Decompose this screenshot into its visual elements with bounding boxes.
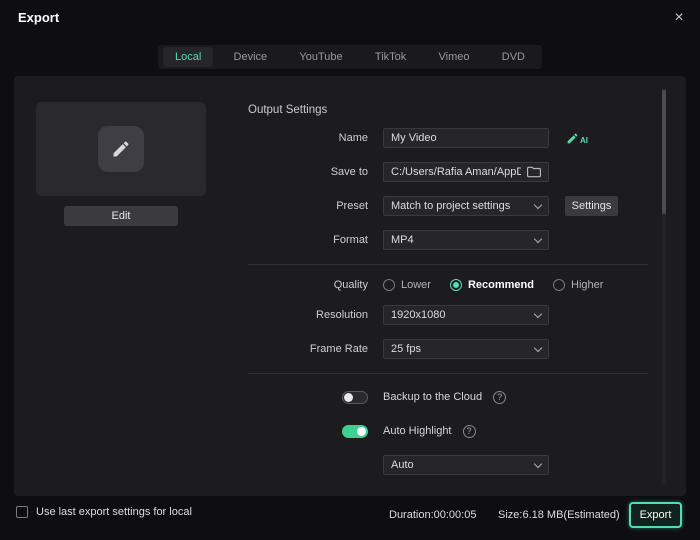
save-to-input[interactable] — [391, 166, 521, 178]
backup-cloud-row: Backup to the Cloud ? — [248, 387, 507, 407]
format-value: MP4 — [391, 234, 414, 246]
edit-button[interactable]: Edit — [64, 206, 178, 226]
frame-rate-label: Frame Rate — [309, 343, 368, 355]
resolution-row: Resolution 1920x1080 — [248, 305, 549, 325]
auto-highlight-toggle[interactable] — [342, 424, 368, 438]
pencil-tile-icon — [98, 126, 144, 172]
save-to-row: Save to — [248, 162, 549, 182]
auto-mode-value: Auto — [391, 459, 414, 471]
close-icon[interactable]: × — [668, 7, 690, 29]
folder-browse-icon[interactable] — [527, 166, 541, 178]
chevron-down-icon — [533, 459, 543, 468]
video-thumbnail-preview — [36, 102, 206, 196]
save-to-field — [383, 162, 549, 182]
ai-badge-label: AI — [580, 135, 588, 145]
auto-highlight-row: Auto Highlight ? — [248, 421, 476, 441]
duration-text: Duration:00:00:05 — [389, 509, 477, 521]
export-destination-tabs: Local Device YouTube TikTok Vimeo DVD — [158, 45, 542, 69]
tab-tiktok[interactable]: TikTok — [363, 47, 418, 67]
quality-label: Quality — [333, 279, 368, 291]
ai-rename-icon[interactable]: AI — [566, 132, 588, 145]
resolution-dropdown[interactable]: 1920x1080 — [383, 305, 549, 325]
scrollbar-thumb[interactable] — [662, 90, 666, 214]
chevron-down-icon — [533, 309, 543, 318]
radio-circle-icon — [383, 279, 395, 291]
use-last-settings-label: Use last export settings for local — [36, 506, 192, 518]
chevron-down-icon — [533, 200, 543, 209]
radio-quality-higher[interactable]: Higher — [553, 279, 603, 291]
preset-dropdown[interactable]: Match to project settings — [383, 196, 549, 216]
radio-quality-recommend[interactable]: Recommend — [449, 279, 534, 291]
dialog-title: Export — [18, 10, 60, 25]
preset-value: Match to project settings — [391, 200, 511, 212]
tab-youtube[interactable]: YouTube — [287, 47, 354, 67]
radio-label: Recommend — [467, 279, 534, 291]
backup-cloud-label: Backup to the Cloud — [383, 391, 483, 403]
help-icon[interactable]: ? — [493, 390, 507, 404]
output-settings-heading: Output Settings — [248, 104, 328, 116]
chevron-down-icon — [533, 234, 543, 243]
auto-highlight-label: Auto Highlight — [383, 425, 452, 437]
divider — [248, 264, 648, 265]
name-label: Name — [338, 132, 368, 144]
settings-button[interactable]: Settings — [565, 196, 618, 216]
frame-rate-row: Frame Rate 25 fps — [248, 339, 549, 359]
radio-circle-icon — [553, 279, 565, 291]
radio-quality-lower[interactable]: Lower — [383, 279, 431, 291]
auto-mode-dropdown[interactable]: Auto — [383, 455, 549, 475]
preset-row: Preset Match to project settings Setting… — [248, 196, 618, 216]
tab-local[interactable]: Local — [163, 47, 214, 67]
quality-row: Quality Lower Recommend Higher — [248, 275, 622, 295]
chevron-down-icon — [533, 343, 543, 352]
auto-mode-row: Auto — [248, 455, 549, 475]
format-label: Format — [333, 234, 368, 246]
name-row: Name AI — [248, 128, 588, 148]
resolution-label: Resolution — [316, 309, 368, 321]
format-dropdown[interactable]: MP4 — [383, 230, 549, 250]
name-input[interactable] — [391, 132, 541, 144]
divider — [248, 373, 648, 374]
preset-label: Preset — [336, 200, 368, 212]
backup-cloud-toggle[interactable] — [342, 390, 368, 404]
save-to-label: Save to — [330, 166, 368, 178]
size-text: Size:6.18 MB(Estimated) — [498, 509, 620, 521]
name-field — [383, 128, 549, 148]
frame-rate-dropdown[interactable]: 25 fps — [383, 339, 549, 359]
resolution-value: 1920x1080 — [391, 309, 446, 321]
radio-label: Higher — [571, 279, 604, 291]
radio-label: Lower — [401, 279, 431, 291]
use-last-settings-checkbox[interactable]: Use last export settings for local — [16, 506, 192, 518]
export-button[interactable]: Export — [629, 502, 682, 528]
checkbox-icon[interactable] — [16, 506, 28, 518]
export-settings-panel: Edit Output Settings Name AI Save to Pr — [14, 76, 686, 496]
tab-dvd[interactable]: DVD — [490, 47, 537, 67]
help-icon[interactable]: ? — [462, 424, 476, 438]
frame-rate-value: 25 fps — [391, 343, 421, 355]
tab-device[interactable]: Device — [222, 47, 280, 67]
tab-vimeo[interactable]: Vimeo — [427, 47, 482, 67]
format-row: Format MP4 — [248, 230, 549, 250]
radio-circle-icon — [449, 279, 462, 291]
